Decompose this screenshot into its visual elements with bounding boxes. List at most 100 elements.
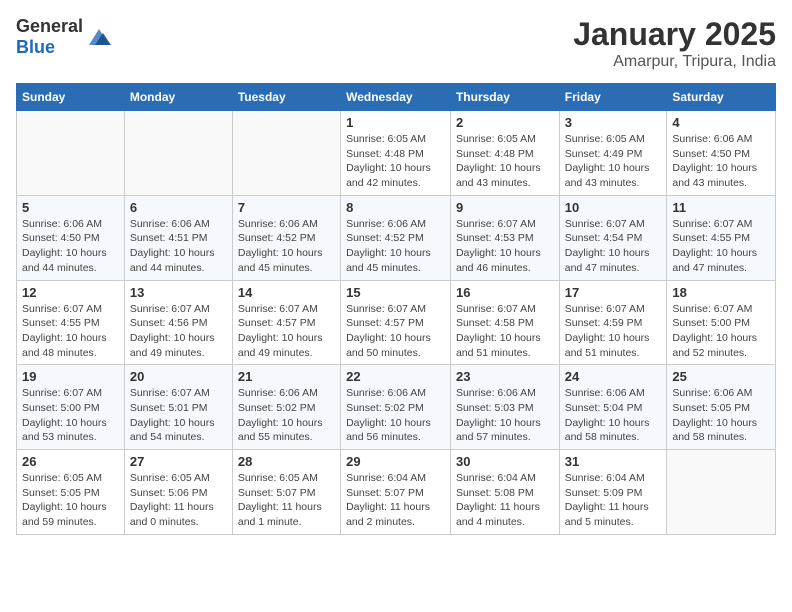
- day-info: Sunrise: 6:07 AM Sunset: 4:54 PM Dayligh…: [565, 217, 662, 276]
- calendar-cell: 30 Sunrise: 6:04 AM Sunset: 5:08 PM Dayli…: [450, 450, 559, 535]
- day-number: 23: [456, 369, 554, 384]
- day-number: 8: [346, 200, 445, 215]
- weekday-header-wednesday: Wednesday: [341, 84, 451, 111]
- day-info: Sunrise: 6:07 AM Sunset: 4:57 PM Dayligh…: [238, 302, 335, 361]
- day-number: 10: [565, 200, 662, 215]
- day-number: 21: [238, 369, 335, 384]
- day-info: Sunrise: 6:07 AM Sunset: 4:58 PM Dayligh…: [456, 302, 554, 361]
- day-info: Sunrise: 6:04 AM Sunset: 5:07 PM Dayligh…: [346, 471, 445, 530]
- calendar-cell: 23 Sunrise: 6:06 AM Sunset: 5:03 PM Dayli…: [450, 365, 559, 450]
- calendar-cell: 9Sunrise: 6:07 AM Sunset: 4:53 PM Daylig…: [450, 195, 559, 280]
- day-number: 22: [346, 369, 445, 384]
- day-info: Sunrise: 6:06 AM Sunset: 5:04 PM Dayligh…: [565, 386, 662, 445]
- calendar-cell: 10 Sunrise: 6:07 AM Sunset: 4:54 PM Dayli…: [559, 195, 667, 280]
- calendar-cell: 4 Sunrise: 6:06 AM Sunset: 4:50 PM Daylig…: [667, 111, 776, 196]
- day-number: 30: [456, 454, 554, 469]
- day-info: Sunrise: 6:05 AM Sunset: 4:48 PM Dayligh…: [346, 132, 445, 191]
- day-number: 5: [22, 200, 119, 215]
- logo-general: General: [16, 16, 83, 36]
- day-info: Sunrise: 6:07 AM Sunset: 5:01 PM Dayligh…: [130, 386, 227, 445]
- logo: General Blue: [16, 16, 113, 58]
- day-info: Sunrise: 6:07 AM Sunset: 4:55 PM Dayligh…: [672, 217, 770, 276]
- logo-text: General Blue: [16, 16, 83, 58]
- calendar-week-4: 19 Sunrise: 6:07 AM Sunset: 5:00 PM Dayli…: [17, 365, 776, 450]
- day-number: 31: [565, 454, 662, 469]
- weekday-header-monday: Monday: [124, 84, 232, 111]
- calendar-cell: 25 Sunrise: 6:06 AM Sunset: 5:05 PM Dayli…: [667, 365, 776, 450]
- day-number: 7: [238, 200, 335, 215]
- day-number: 27: [130, 454, 227, 469]
- calendar-cell: 31Sunrise: 6:04 AM Sunset: 5:09 PM Dayli…: [559, 450, 667, 535]
- day-number: 24: [565, 369, 662, 384]
- weekday-header-row: SundayMondayTuesdayWednesdayThursdayFrid…: [17, 84, 776, 111]
- calendar-cell: 28 Sunrise: 6:05 AM Sunset: 5:07 PM Dayli…: [232, 450, 340, 535]
- calendar-cell: 20Sunrise: 6:07 AM Sunset: 5:01 PM Dayli…: [124, 365, 232, 450]
- calendar-header: SundayMondayTuesdayWednesdayThursdayFrid…: [17, 84, 776, 111]
- day-info: Sunrise: 6:07 AM Sunset: 4:59 PM Dayligh…: [565, 302, 662, 361]
- calendar-cell: [232, 111, 340, 196]
- calendar-cell: 27 Sunrise: 6:05 AM Sunset: 5:06 PM Dayli…: [124, 450, 232, 535]
- weekday-header-sunday: Sunday: [17, 84, 125, 111]
- day-info: Sunrise: 6:07 AM Sunset: 4:56 PM Dayligh…: [130, 302, 227, 361]
- day-info: Sunrise: 6:06 AM Sunset: 5:02 PM Dayligh…: [346, 386, 445, 445]
- location-subtitle: Amarpur, Tripura, India: [573, 53, 776, 71]
- calendar-cell: 2Sunrise: 6:05 AM Sunset: 4:48 PM Daylig…: [450, 111, 559, 196]
- weekday-header-thursday: Thursday: [450, 84, 559, 111]
- calendar-table: SundayMondayTuesdayWednesdayThursdayFrid…: [16, 83, 776, 535]
- day-number: 3: [565, 115, 662, 130]
- calendar-week-2: 5Sunrise: 6:06 AM Sunset: 4:50 PM Daylig…: [17, 195, 776, 280]
- calendar-week-1: 1Sunrise: 6:05 AM Sunset: 4:48 PM Daylig…: [17, 111, 776, 196]
- day-info: Sunrise: 6:06 AM Sunset: 5:03 PM Dayligh…: [456, 386, 554, 445]
- calendar-cell: 14 Sunrise: 6:07 AM Sunset: 4:57 PM Dayli…: [232, 280, 340, 365]
- day-number: 25: [672, 369, 770, 384]
- day-info: Sunrise: 6:06 AM Sunset: 4:52 PM Dayligh…: [346, 217, 445, 276]
- weekday-header-tuesday: Tuesday: [232, 84, 340, 111]
- calendar-cell: 3 Sunrise: 6:05 AM Sunset: 4:49 PM Daylig…: [559, 111, 667, 196]
- day-info: Sunrise: 6:05 AM Sunset: 5:07 PM Dayligh…: [238, 471, 335, 530]
- calendar-cell: 16 Sunrise: 6:07 AM Sunset: 4:58 PM Dayli…: [450, 280, 559, 365]
- day-number: 18: [672, 285, 770, 300]
- day-info: Sunrise: 6:07 AM Sunset: 4:55 PM Dayligh…: [22, 302, 119, 361]
- calendar-cell: 22 Sunrise: 6:06 AM Sunset: 5:02 PM Dayli…: [341, 365, 451, 450]
- day-number: 16: [456, 285, 554, 300]
- day-number: 19: [22, 369, 119, 384]
- day-info: Sunrise: 6:07 AM Sunset: 5:00 PM Dayligh…: [22, 386, 119, 445]
- calendar-cell: [17, 111, 125, 196]
- day-number: 28: [238, 454, 335, 469]
- day-info: Sunrise: 6:04 AM Sunset: 5:08 PM Dayligh…: [456, 471, 554, 530]
- day-number: 13: [130, 285, 227, 300]
- calendar-cell: 19 Sunrise: 6:07 AM Sunset: 5:00 PM Dayli…: [17, 365, 125, 450]
- day-number: 12: [22, 285, 119, 300]
- calendar-week-3: 12 Sunrise: 6:07 AM Sunset: 4:55 PM Dayli…: [17, 280, 776, 365]
- day-info: Sunrise: 6:05 AM Sunset: 4:49 PM Dayligh…: [565, 132, 662, 191]
- day-number: 4: [672, 115, 770, 130]
- day-info: Sunrise: 6:06 AM Sunset: 4:52 PM Dayligh…: [238, 217, 335, 276]
- day-number: 6: [130, 200, 227, 215]
- title-block: January 2025 Amarpur, Tripura, India: [573, 16, 776, 71]
- calendar-week-5: 26Sunrise: 6:05 AM Sunset: 5:05 PM Dayli…: [17, 450, 776, 535]
- calendar-cell: 17Sunrise: 6:07 AM Sunset: 4:59 PM Dayli…: [559, 280, 667, 365]
- calendar-cell: 8 Sunrise: 6:06 AM Sunset: 4:52 PM Daylig…: [341, 195, 451, 280]
- logo-icon: [85, 23, 113, 51]
- calendar-cell: 1Sunrise: 6:05 AM Sunset: 4:48 PM Daylig…: [341, 111, 451, 196]
- calendar-cell: 18 Sunrise: 6:07 AM Sunset: 5:00 PM Dayli…: [667, 280, 776, 365]
- day-info: Sunrise: 6:05 AM Sunset: 5:06 PM Dayligh…: [130, 471, 227, 530]
- day-info: Sunrise: 6:06 AM Sunset: 4:50 PM Dayligh…: [672, 132, 770, 191]
- day-info: Sunrise: 6:07 AM Sunset: 5:00 PM Dayligh…: [672, 302, 770, 361]
- day-number: 29: [346, 454, 445, 469]
- calendar-cell: 12 Sunrise: 6:07 AM Sunset: 4:55 PM Dayli…: [17, 280, 125, 365]
- page-header: General Blue January 2025 Amarpur, Tripu…: [16, 16, 776, 71]
- calendar-cell: 13 Sunrise: 6:07 AM Sunset: 4:56 PM Dayli…: [124, 280, 232, 365]
- day-info: Sunrise: 6:07 AM Sunset: 4:57 PM Dayligh…: [346, 302, 445, 361]
- calendar-cell: 21Sunrise: 6:06 AM Sunset: 5:02 PM Dayli…: [232, 365, 340, 450]
- day-number: 11: [672, 200, 770, 215]
- day-info: Sunrise: 6:05 AM Sunset: 4:48 PM Dayligh…: [456, 132, 554, 191]
- weekday-header-saturday: Saturday: [667, 84, 776, 111]
- calendar-cell: 11 Sunrise: 6:07 AM Sunset: 4:55 PM Dayli…: [667, 195, 776, 280]
- day-info: Sunrise: 6:05 AM Sunset: 5:05 PM Dayligh…: [22, 471, 119, 530]
- calendar-body: 1Sunrise: 6:05 AM Sunset: 4:48 PM Daylig…: [17, 111, 776, 535]
- day-number: 14: [238, 285, 335, 300]
- calendar-cell: 24 Sunrise: 6:06 AM Sunset: 5:04 PM Dayli…: [559, 365, 667, 450]
- day-info: Sunrise: 6:06 AM Sunset: 5:05 PM Dayligh…: [672, 386, 770, 445]
- calendar-cell: [667, 450, 776, 535]
